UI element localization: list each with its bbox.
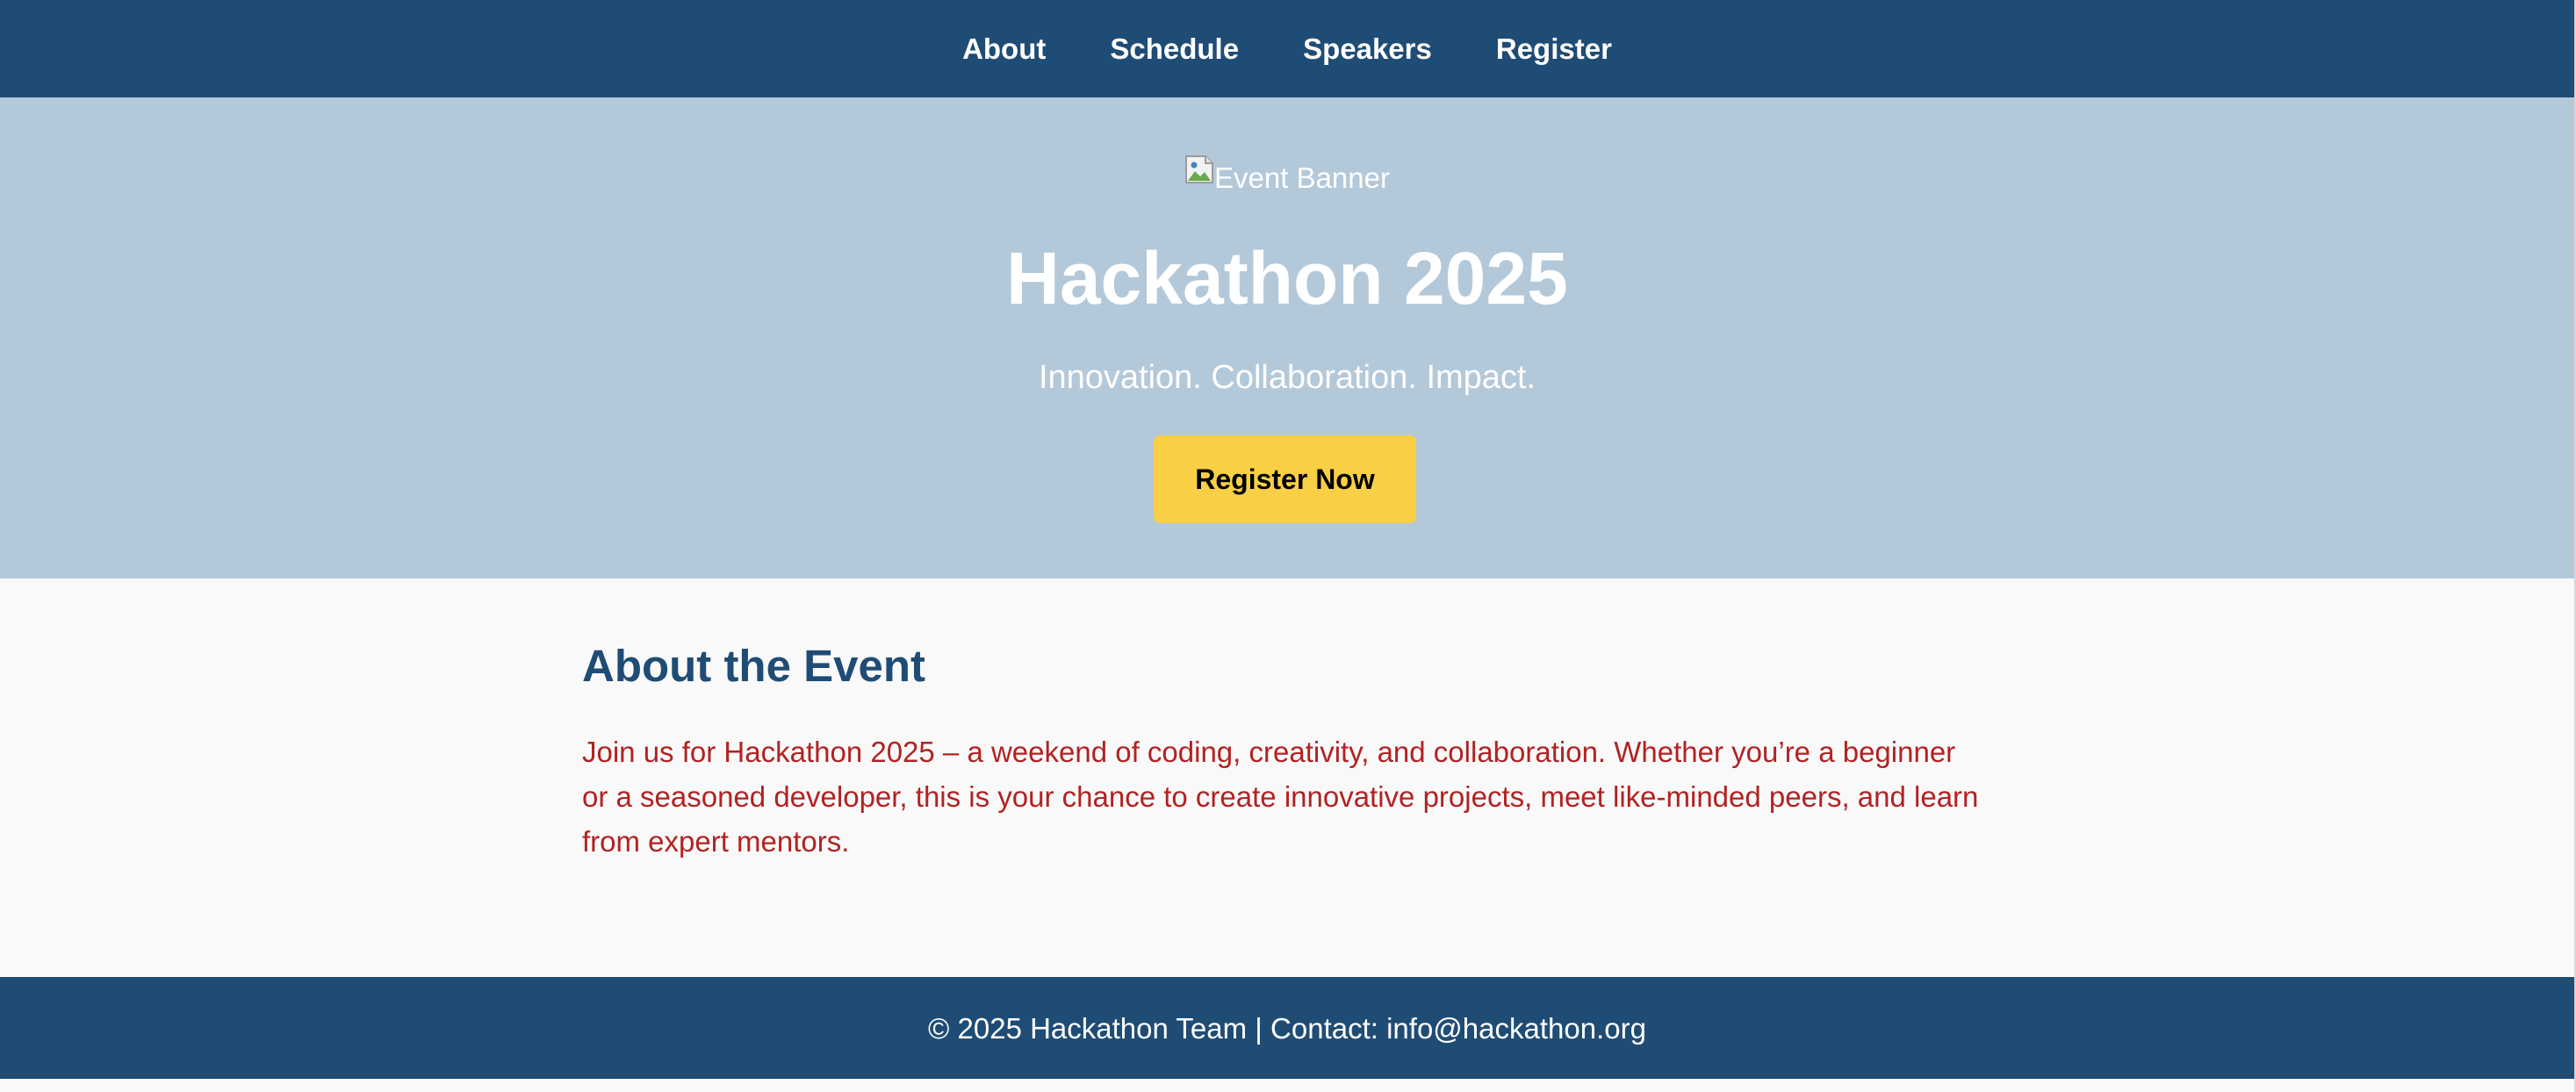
footer-text: © 2025 Hackathon Team | Contact: info@ha… bbox=[928, 1011, 1646, 1045]
page: About Schedule Speakers Register Event B… bbox=[0, 0, 2574, 1092]
banner-alt-text: Event Banner bbox=[1214, 162, 1390, 194]
about-description: Join us for Hackathon 2025 – a weekend o… bbox=[582, 736, 1979, 858]
nav-list: About Schedule Speakers Register bbox=[0, 0, 2574, 97]
nav-link-schedule[interactable]: Schedule bbox=[1110, 32, 1239, 65]
event-banner-image: Event Banner bbox=[1184, 153, 1390, 202]
nav-item-about: About bbox=[962, 34, 1046, 63]
hero-title: Hackathon 2025 bbox=[1006, 237, 1568, 320]
nav-link-speakers[interactable]: Speakers bbox=[1303, 32, 1432, 65]
nav-link-register[interactable]: Register bbox=[1496, 32, 1612, 65]
hero-tagline: Innovation. Collaboration. Impact. bbox=[1038, 359, 1536, 396]
broken-image-icon bbox=[1184, 154, 1214, 184]
about-section: About the Event Join us for Hackathon 20… bbox=[582, 578, 1996, 976]
event-banner: Event Banner bbox=[0, 153, 2574, 202]
footer: © 2025 Hackathon Team | Contact: info@ha… bbox=[0, 977, 2574, 1079]
register-now-button[interactable]: Register Now bbox=[1154, 435, 1416, 523]
nav-link-about[interactable]: About bbox=[962, 32, 1046, 65]
about-title: About the Event bbox=[582, 641, 925, 691]
nav-item-register: Register bbox=[1496, 34, 1612, 63]
nav-item-speakers: Speakers bbox=[1303, 34, 1432, 63]
top-nav: About Schedule Speakers Register bbox=[0, 0, 2574, 97]
nav-item-schedule: Schedule bbox=[1110, 34, 1239, 63]
hero-section: Event Banner Hackathon 2025 Innovation. … bbox=[0, 97, 2574, 578]
